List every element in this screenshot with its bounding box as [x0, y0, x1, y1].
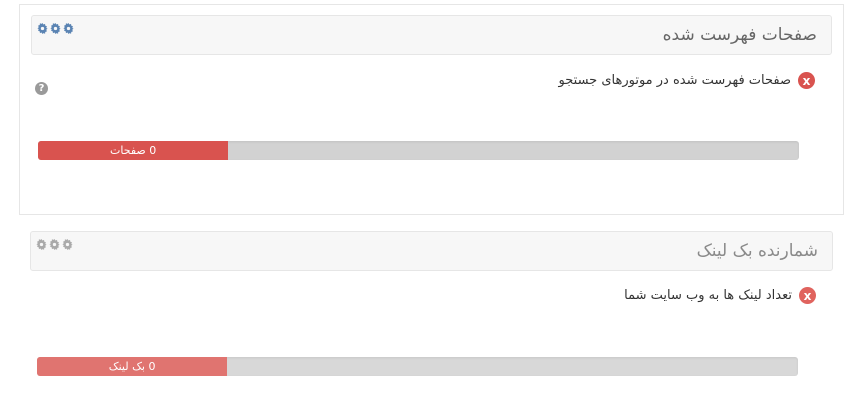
backlink-progress-bar: 0 بک لینک: [37, 357, 798, 376]
gear-icon[interactable]: [49, 239, 60, 250]
gear-icon[interactable]: [36, 239, 47, 250]
gear-icon[interactable]: [50, 23, 61, 34]
indexed-pages-status-row: x صفحات فهرست شده در موتورهای جستجو: [559, 72, 815, 89]
progress-fill: 0 بک لینک: [37, 357, 228, 376]
backlink-counter-panel-header: شمارنده بک لینک: [30, 231, 833, 271]
progress-fill: 0 صفحات: [38, 141, 229, 160]
fail-icon: x: [798, 72, 815, 89]
fail-icon: x: [799, 287, 816, 304]
panel-settings-icons[interactable]: [36, 239, 73, 250]
indexed-pages-panel-header: صفحات فهرست شده: [31, 15, 832, 55]
help-icon[interactable]: ?: [35, 82, 48, 95]
panel-title: شمارنده بک لینک: [696, 241, 818, 261]
status-message: صفحات فهرست شده در موتورهای جستجو: [558, 73, 791, 88]
status-message: تعداد لینک ها به وب سایت شما: [624, 288, 792, 303]
backlink-status-row: x تعداد لینک ها به وب سایت شما: [624, 287, 816, 304]
backlink-counter-panel: شمارنده بک لینک x تعداد لینک ها به وب سا…: [19, 224, 844, 414]
indexed-pages-progress-bar: 0 صفحات: [38, 141, 799, 160]
panel-settings-icons[interactable]: [37, 23, 74, 34]
gear-icon[interactable]: [63, 23, 74, 34]
gear-icon[interactable]: [62, 239, 73, 250]
indexed-pages-panel: صفحات فهرست شده ? x صفحات فهرست شده در م…: [19, 4, 844, 215]
panel-title: صفحات فهرست شده: [662, 25, 817, 45]
gear-icon[interactable]: [37, 23, 48, 34]
